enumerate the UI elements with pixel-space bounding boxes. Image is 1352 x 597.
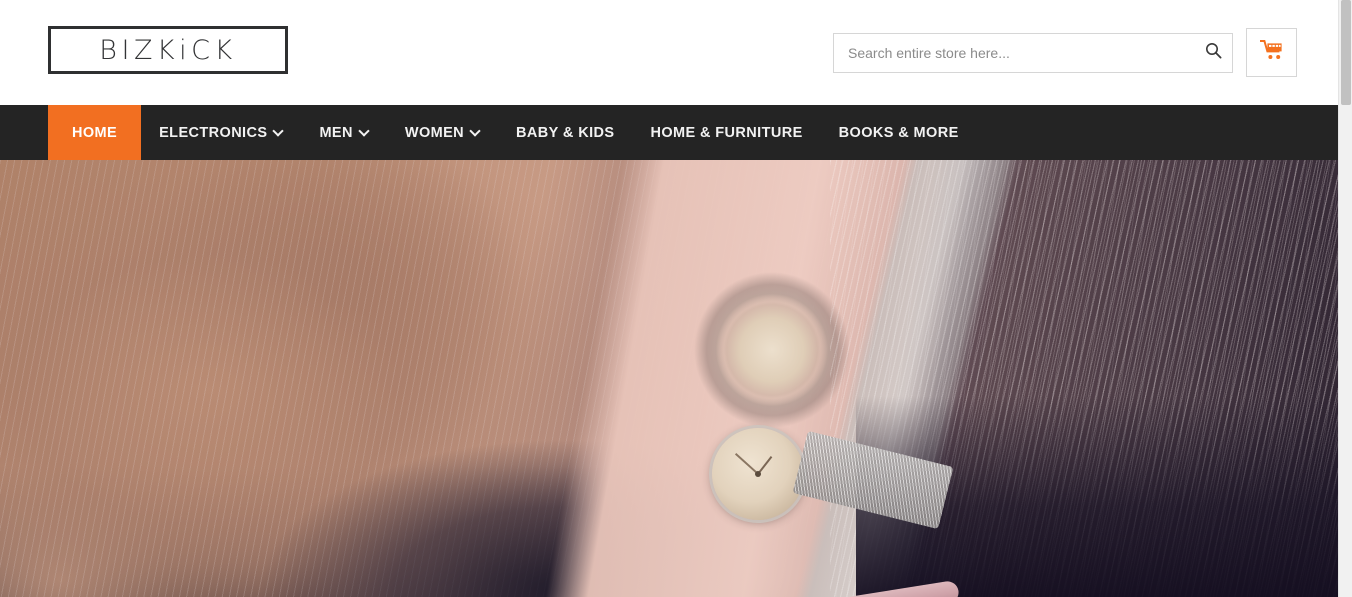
vertical-scrollbar[interactable] — [1338, 0, 1352, 597]
search-bar — [833, 33, 1233, 73]
chevron-down-icon — [274, 127, 283, 136]
shopping-cart-icon — [1259, 39, 1284, 66]
search-icon — [1205, 42, 1222, 64]
hero-carousel — [0, 160, 1338, 597]
chevron-down-icon — [471, 127, 480, 136]
nav-item-home-and-furniture[interactable]: HOME & FURNITURE — [632, 105, 820, 160]
hero-watch-face — [712, 428, 804, 520]
site-header: BIZKiCK — [0, 0, 1338, 105]
scrollbar-thumb[interactable] — [1341, 0, 1351, 105]
nav-item-label: BOOKS & MORE — [838, 124, 959, 141]
nav-item-label: ELECTRONICS — [159, 124, 268, 141]
search-button[interactable] — [1194, 34, 1232, 72]
nav-item-baby-and-kids[interactable]: BABY & KIDS — [498, 105, 632, 160]
nav-item-electronics[interactable]: ELECTRONICS — [141, 105, 301, 160]
browser-page: BIZKiCK Search entire store here... HOME… — [0, 0, 1352, 597]
nav-item-label: MEN — [319, 124, 353, 141]
nav-item-women[interactable]: WOMEN — [387, 105, 498, 160]
cart-button[interactable] — [1246, 28, 1297, 77]
nav-item-label: BABY & KIDS — [516, 124, 615, 141]
site-logo-text: BIZKiCK — [99, 34, 237, 66]
watch-center-pin — [755, 471, 761, 477]
nav-item-home[interactable]: HOME — [48, 105, 142, 160]
nav-item-label: HOME & FURNITURE — [650, 124, 803, 141]
chevron-down-icon — [360, 127, 369, 136]
nav-item-label: WOMEN — [404, 124, 465, 141]
site-logo[interactable]: BIZKiCK — [48, 26, 288, 74]
nav-item-men[interactable]: MEN — [301, 105, 386, 160]
nav-item-books-and-more[interactable]: BOOKS & MORE — [821, 105, 977, 160]
search-input[interactable] — [834, 34, 1194, 72]
page-viewport: BIZKiCK Search entire store here... HOME… — [0, 0, 1338, 597]
main-navigation: HOME ELECTRONICS MEN WOMEN BABY & KIDS H… — [0, 105, 1338, 160]
nav-item-label: HOME — [72, 124, 118, 141]
